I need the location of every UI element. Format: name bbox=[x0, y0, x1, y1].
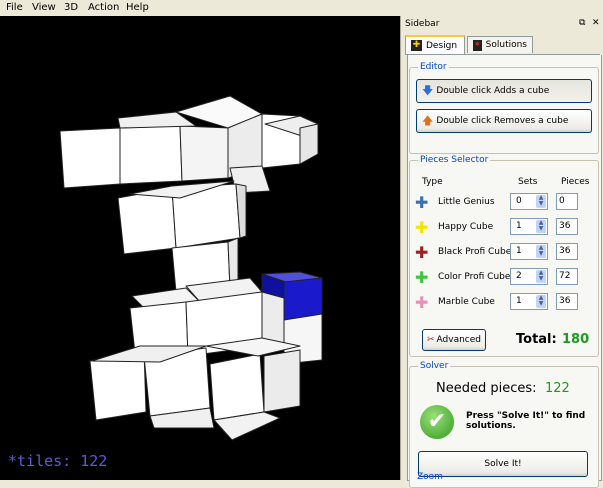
check-icon: ✔ bbox=[420, 405, 454, 439]
float-icon[interactable]: ⧉ bbox=[579, 18, 585, 28]
solve-it-button[interactable]: Solve It! bbox=[418, 451, 588, 477]
menu-file[interactable]: File bbox=[6, 2, 23, 13]
add-cube-label: Double click Adds a cube bbox=[436, 86, 550, 96]
solve-it-label: Solve It! bbox=[484, 459, 522, 469]
pieces-count: 72 bbox=[556, 268, 578, 285]
sets-value: 2 bbox=[516, 271, 522, 281]
solutions-icon: ✶ bbox=[473, 39, 482, 51]
menu-bar: File View 3D Action Help bbox=[0, 0, 603, 16]
total-label: Total: bbox=[516, 332, 557, 347]
pieces-count: 36 bbox=[556, 218, 578, 235]
menu-view[interactable]: View bbox=[32, 2, 56, 13]
editor-title: Editor bbox=[418, 62, 449, 72]
pieces-selector-group: Pieces Selector Type Sets Pieces ✚ Littl… bbox=[409, 155, 599, 357]
menu-action[interactable]: Action bbox=[88, 2, 119, 13]
piece-row-color-profi-cube: ✚ Color Profi Cube 2 ▲ ▼ 72 bbox=[410, 268, 598, 288]
solver-title: Solver bbox=[418, 361, 451, 371]
close-icon[interactable]: ✕ bbox=[592, 18, 600, 28]
sets-value: 0 bbox=[516, 196, 522, 206]
tools-icon: ✂ bbox=[427, 335, 435, 345]
tab-design-label: Design bbox=[426, 40, 458, 51]
sidebar: Sidebar ⧉ ✕ ✚ Design ✶ Solutions Editor … bbox=[400, 16, 603, 488]
3d-viewport[interactable]: *tiles: 122 bbox=[0, 16, 400, 480]
total-value: 180 bbox=[562, 332, 590, 347]
piece-row-marble-cube: ✚ Marble Cube 1 ▲ ▼ 36 bbox=[410, 293, 598, 313]
sets-spinner[interactable]: 0 ▲ ▼ bbox=[510, 193, 548, 210]
pieces-count: 36 bbox=[556, 243, 578, 260]
editor-group: Editor 🡇 Double click Adds a cube 🡅 Doub… bbox=[409, 62, 599, 154]
puzzle-piece-icon: ✚ bbox=[415, 218, 429, 237]
pieces-count: 36 bbox=[556, 293, 578, 310]
solver-group: Solver Needed pieces: 122 ✔ Press "Solve… bbox=[409, 361, 599, 488]
spinner-arrows-icon[interactable]: ▲ ▼ bbox=[536, 195, 546, 208]
puzzle-piece-icon: ✚ bbox=[415, 293, 429, 312]
sets-value: 1 bbox=[516, 221, 522, 231]
advanced-label: Advanced bbox=[436, 335, 482, 345]
needed-pieces-label: Needed pieces: bbox=[436, 381, 537, 396]
pieces-selector-title: Pieces Selector bbox=[418, 155, 491, 165]
advanced-button[interactable]: ✂ Advanced bbox=[422, 329, 486, 351]
tab-design[interactable]: ✚ Design bbox=[405, 35, 465, 54]
piece-row-black-profi-cube: ✚ Black Profi Cube 1 ▲ ▼ 36 bbox=[410, 243, 598, 263]
puzzle-piece-icon: ✚ bbox=[415, 243, 429, 262]
add-cube-button[interactable]: 🡇 Double click Adds a cube bbox=[416, 79, 592, 103]
arrow-down-icon: 🡇 bbox=[422, 83, 434, 97]
tab-solutions-label: Solutions bbox=[485, 40, 527, 50]
sets-value: 1 bbox=[516, 296, 522, 306]
spinner-arrows-icon[interactable]: ▲ ▼ bbox=[536, 295, 546, 308]
remove-cube-button[interactable]: 🡅 Double click Removes a cube bbox=[416, 109, 592, 133]
sets-spinner[interactable]: 1 ▲ ▼ bbox=[510, 243, 548, 260]
puzzle-piece-icon: ✚ bbox=[415, 268, 429, 287]
piece-name: Color Profi Cube bbox=[438, 272, 511, 282]
sets-value: 1 bbox=[516, 246, 522, 256]
col-pieces: Pieces bbox=[561, 177, 590, 187]
piece-name: Black Profi Cube bbox=[438, 247, 512, 257]
menu-3d[interactable]: 3D bbox=[64, 2, 78, 13]
piece-row-little-genius: ✚ Little Genius 0 ▲ ▼ 0 bbox=[410, 193, 598, 213]
cube-model[interactable] bbox=[0, 16, 400, 480]
design-icon: ✚ bbox=[411, 40, 422, 51]
piece-name: Happy Cube bbox=[438, 222, 494, 232]
remove-cube-label: Double click Removes a cube bbox=[436, 116, 569, 126]
sets-spinner[interactable]: 1 ▲ ▼ bbox=[510, 293, 548, 310]
piece-name: Little Genius bbox=[438, 197, 495, 207]
col-sets: Sets bbox=[518, 177, 538, 187]
piece-row-happy-cube: ✚ Happy Cube 1 ▲ ▼ 36 bbox=[410, 218, 598, 238]
zoom-title: Zoom bbox=[417, 472, 443, 482]
spinner-arrows-icon[interactable]: ▲ ▼ bbox=[536, 270, 546, 283]
spinner-arrows-icon[interactable]: ▲ ▼ bbox=[536, 245, 546, 258]
menu-help[interactable]: Help bbox=[126, 2, 149, 13]
sets-spinner[interactable]: 1 ▲ ▼ bbox=[510, 218, 548, 235]
sets-spinner[interactable]: 2 ▲ ▼ bbox=[510, 268, 548, 285]
tab-solutions[interactable]: ✶ Solutions bbox=[467, 36, 533, 53]
spinner-arrows-icon[interactable]: ▲ ▼ bbox=[536, 220, 546, 233]
solver-hint: Press "Solve It!" to find solutions. bbox=[466, 411, 586, 431]
tiles-counter: *tiles: 122 bbox=[8, 452, 108, 470]
pieces-count: 0 bbox=[556, 193, 578, 210]
arrow-up-icon: 🡅 bbox=[422, 113, 434, 127]
sidebar-title: Sidebar bbox=[405, 19, 440, 29]
needed-pieces-value: 122 bbox=[545, 381, 570, 396]
puzzle-piece-icon: ✚ bbox=[415, 193, 429, 212]
sidebar-tabs: ✚ Design ✶ Solutions bbox=[405, 35, 600, 55]
col-type: Type bbox=[422, 177, 443, 187]
piece-name: Marble Cube bbox=[438, 297, 495, 307]
